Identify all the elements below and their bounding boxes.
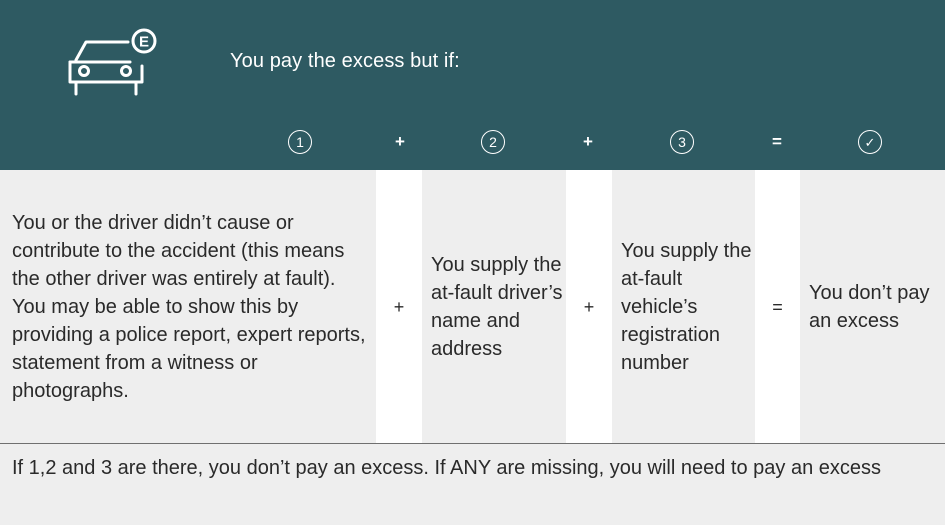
car-excess-icon: E bbox=[68, 28, 157, 96]
step-3-marker: 3 bbox=[662, 126, 702, 158]
step-1-marker: 1 bbox=[280, 126, 320, 158]
equals-cell: = bbox=[756, 170, 799, 443]
condition-3-text: You supply the at-fault vehicle’s regist… bbox=[621, 239, 752, 374]
equals-operator: = bbox=[772, 132, 782, 151]
condition-1-cell: You or the driver didn’t cause or contri… bbox=[0, 170, 376, 443]
table-header: E You pay the excess but if: 1 + 2 + 3 =… bbox=[0, 0, 945, 170]
condition-2-cell: You supply the at-fault driver’s name an… bbox=[422, 170, 566, 443]
check-icon: ✓ bbox=[850, 126, 890, 158]
result-text: You don’t pay an excess bbox=[809, 281, 930, 332]
plus-operator: + bbox=[583, 132, 593, 151]
plus-cell: + bbox=[567, 170, 611, 443]
excess-table: E You pay the excess but if: 1 + 2 + 3 =… bbox=[0, 0, 945, 525]
header-title: You pay the excess but if: bbox=[230, 50, 460, 72]
condition-1-text: You or the driver didn’t cause or contri… bbox=[12, 211, 366, 402]
svg-text:E: E bbox=[139, 34, 149, 51]
plus-operator: + bbox=[395, 132, 405, 151]
footer-note: If 1,2 and 3 are there, you don’t pay an… bbox=[0, 444, 945, 525]
step-2-marker: 2 bbox=[473, 126, 513, 158]
conditions-row: You or the driver didn’t cause or contri… bbox=[0, 170, 945, 443]
footer-note-text: If 1,2 and 3 are there, you don’t pay an… bbox=[12, 457, 882, 479]
plus-cell: + bbox=[377, 170, 421, 443]
condition-2-text: You supply the at-fault driver’s name an… bbox=[431, 253, 563, 360]
condition-3-cell: You supply the at-fault vehicle’s regist… bbox=[612, 170, 755, 443]
result-cell: You don’t pay an excess bbox=[800, 170, 945, 443]
